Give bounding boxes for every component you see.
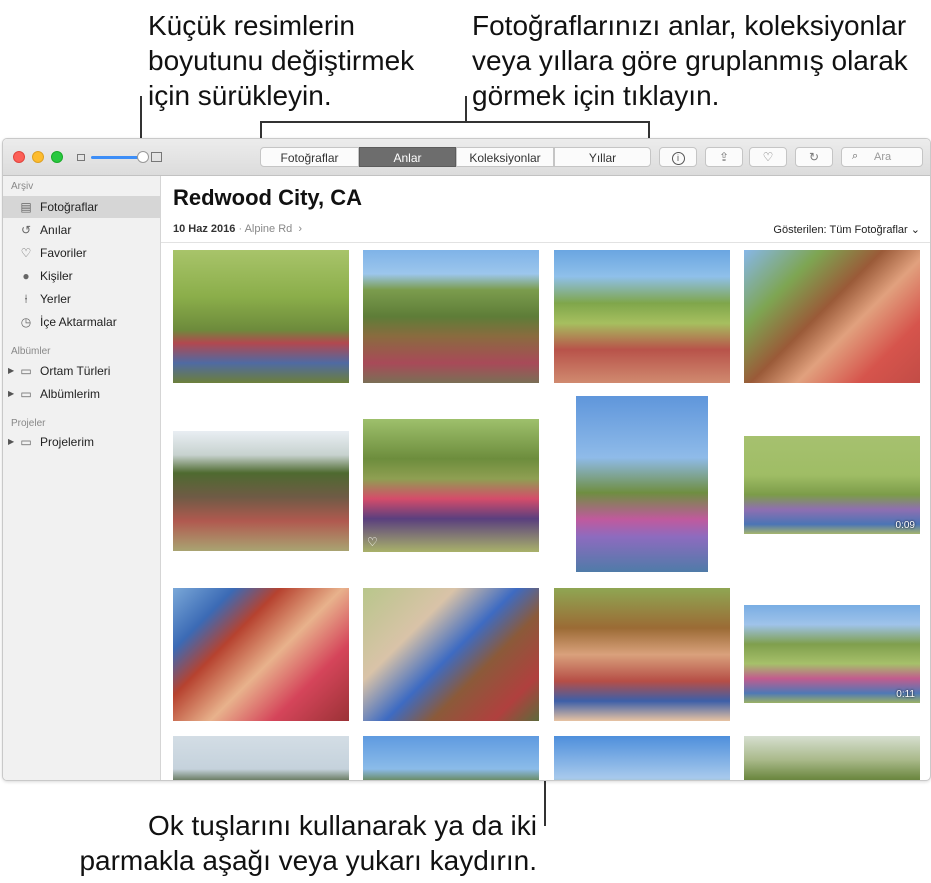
sidebar-item-photos[interactable]: ▤ Fotoğraflar: [3, 196, 160, 218]
share-button[interactable]: ⇪: [705, 147, 743, 167]
slider-track-fill: [91, 156, 143, 159]
sidebar-header-library: Arşiv: [11, 181, 34, 192]
heart-icon: ♡: [20, 246, 32, 260]
share-icon: ⇪: [718, 150, 730, 164]
search-field[interactable]: ⌕ Ara: [841, 147, 923, 167]
chevron-right-icon: ›: [298, 223, 303, 235]
sidebar-item-my-albums[interactable]: ▶ ▭ Albümlerim: [3, 383, 160, 405]
sidebar-item-places[interactable]: ⍿ Yerler: [3, 288, 160, 310]
photo-thumbnail[interactable]: [554, 736, 730, 780]
sidebar-item-label: Ortam Türleri: [40, 364, 111, 378]
photo-thumbnail[interactable]: [744, 736, 920, 780]
sidebar-item-label: İçe Aktarmalar: [40, 315, 117, 329]
slider-knob[interactable]: [137, 151, 149, 163]
moments-view: Redwood City, CA 10 Haz 2016 · Alpine Rd…: [161, 176, 930, 780]
sidebar-item-label: Albümlerim: [40, 387, 101, 401]
sidebar-header-projects: Projeler: [11, 418, 46, 429]
sidebar-item-memories[interactable]: ↺ Anılar: [3, 219, 160, 241]
photo-thumbnail[interactable]: [554, 250, 730, 383]
photo-thumbnail[interactable]: 0:11: [744, 605, 920, 703]
sidebar-item-imports[interactable]: ◷ İçe Aktarmalar: [3, 311, 160, 333]
photo-thumbnail[interactable]: 0:09: [744, 436, 920, 534]
sidebar-item-my-projects[interactable]: ▶ ▭ Projelerim: [3, 431, 160, 453]
callout-view-tabs: Fotoğraflarınızı anlar, koleksiyonlar ve…: [472, 10, 908, 111]
sidebar-item-label: Anılar: [40, 223, 72, 237]
info-button[interactable]: i: [659, 147, 697, 167]
moment-location: Alpine Rd: [244, 223, 293, 235]
sidebar-item-label: Kişiler: [40, 269, 73, 283]
sidebar: Arşiv ▤ Fotoğraflar ↺ Anılar ♡ Favoriler…: [3, 176, 161, 780]
photo-thumbnail[interactable]: [173, 588, 349, 721]
sidebar-item-label: Favoriler: [40, 246, 87, 260]
video-duration: 0:09: [895, 520, 915, 531]
search-icon: ⌕: [852, 150, 859, 162]
disclosure-triangle-icon[interactable]: ▶: [8, 431, 14, 453]
photo-thumbnail[interactable]: [363, 736, 539, 780]
showing-filter-dropdown[interactable]: Gösterilen: Tüm Fotoğraflar ⌄: [773, 223, 920, 236]
page-title: Redwood City, CA: [173, 185, 363, 210]
photo-thumbnail[interactable]: [363, 250, 539, 383]
callout-scroll: Ok tuşlarını kullanarak ya da iki parmak…: [79, 810, 537, 876]
clock-icon: ◷: [20, 315, 32, 329]
heart-icon: ♡: [762, 150, 774, 164]
leader-tabs-v: [465, 96, 467, 122]
header-divider: [161, 242, 930, 243]
disclosure-triangle-icon[interactable]: ▶: [8, 383, 14, 405]
rotate-icon: ↻: [808, 150, 820, 164]
close-window-button[interactable]: [13, 151, 25, 163]
photo-thumbnail[interactable]: [363, 588, 539, 721]
photo-thumbnail[interactable]: [576, 396, 708, 572]
memories-icon: ↺: [20, 223, 32, 237]
favorite-button[interactable]: ♡: [749, 147, 787, 167]
photo-thumbnail[interactable]: [173, 736, 349, 780]
zoom-window-button[interactable]: [51, 151, 63, 163]
toolbar: Fotoğraflar Anlar Koleksiyonlar Yıllar i…: [3, 139, 930, 176]
photo-thumbnail[interactable]: [744, 250, 920, 383]
video-duration: 0:11: [896, 689, 915, 700]
sidebar-item-label: Yerler: [40, 292, 71, 306]
tab-years[interactable]: Yıllar: [554, 147, 651, 167]
showing-filter-label: Gösterilen: Tüm Fotoğraflar: [773, 224, 908, 236]
photos-icon: ▤: [20, 200, 32, 214]
sidebar-item-label: Projelerim: [40, 435, 95, 449]
sidebar-item-favorites[interactable]: ♡ Favoriler: [3, 242, 160, 264]
pin-icon: ⍿: [24, 292, 28, 306]
tab-collections[interactable]: Koleksiyonlar: [456, 147, 554, 167]
sidebar-item-media-types[interactable]: ▶ ▭ Ortam Türleri: [3, 360, 160, 382]
large-thumbnail-icon: [151, 152, 162, 162]
folder-icon: ▭: [20, 364, 32, 378]
photo-thumbnail[interactable]: ♡: [363, 419, 539, 552]
leader-tabs-h: [260, 121, 650, 123]
moment-subtitle[interactable]: 10 Haz 2016 · Alpine Rd ›: [173, 223, 302, 235]
tab-moments[interactable]: Anlar: [359, 147, 456, 167]
info-icon: i: [671, 152, 685, 165]
disclosure-triangle-icon[interactable]: ▶: [8, 360, 14, 382]
moment-date: 10 Haz 2016: [173, 223, 236, 235]
photos-window: Fotoğraflar Anlar Koleksiyonlar Yıllar i…: [2, 138, 931, 781]
chevron-down-icon: ⌄: [910, 224, 920, 236]
minimize-window-button[interactable]: [32, 151, 44, 163]
sidebar-header-albums: Albümler: [11, 346, 51, 357]
heart-icon: ♡: [367, 535, 378, 549]
folder-icon: ▭: [20, 435, 32, 449]
small-thumbnail-icon: [77, 154, 85, 161]
tab-photos[interactable]: Fotoğraflar: [260, 147, 359, 167]
photo-thumbnail[interactable]: [173, 431, 349, 551]
photo-thumbnail[interactable]: [173, 250, 349, 383]
photo-thumbnail[interactable]: [554, 588, 730, 721]
rotate-button[interactable]: ↻: [795, 147, 833, 167]
sidebar-item-people[interactable]: ● Kişiler: [3, 265, 160, 287]
folder-icon: ▭: [20, 387, 32, 401]
person-icon: ●: [22, 269, 30, 283]
thumbnail-size-slider[interactable]: [91, 151, 149, 163]
sidebar-item-label: Fotoğraflar: [40, 200, 99, 214]
callout-thumbnail-size: Küçük resimlerin boyutunu değiştirmek iç…: [148, 10, 415, 111]
search-placeholder: Ara: [874, 151, 892, 163]
